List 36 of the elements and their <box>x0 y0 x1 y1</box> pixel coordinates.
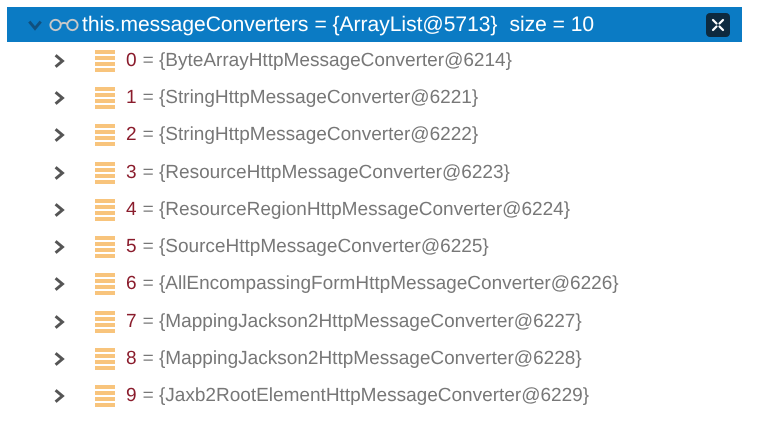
element-value: = {AllEncompassingFormHttpMessageConverter@6226} <box>142 273 619 296</box>
element-value: = {StringHttpMessageConverter@6221} <box>142 86 478 109</box>
element-index: 3 <box>126 162 137 184</box>
element-index: 2 <box>126 124 137 146</box>
element-index: 9 <box>126 385 137 408</box>
glasses-icon <box>49 18 79 32</box>
element-index: 8 <box>126 348 137 370</box>
list-icon <box>95 236 115 258</box>
element-index: 0 <box>126 50 137 72</box>
element-index: 6 <box>126 273 137 296</box>
variable-name: this.messageConverters <box>82 12 308 36</box>
list-icon <box>95 273 115 296</box>
list-icon <box>95 198 115 221</box>
element-index: 4 <box>126 198 137 221</box>
element-value: = {Jaxb2RootElementHttpMessageConverter@6229} <box>142 385 590 408</box>
element-value: = {StringHttpMessageConverter@6222} <box>142 124 478 146</box>
list-icon <box>95 348 115 370</box>
element-value: = {ResourceRegionHttpMessageConverter@6224} <box>142 198 570 221</box>
size-label: size = 10 <box>509 12 594 36</box>
collapse-icon[interactable] <box>706 12 730 36</box>
element-index: 7 <box>126 310 137 333</box>
variable-row[interactable]: this.messageConverters = {ArrayList@5713} size = 10 <box>7 7 742 42</box>
element-value: = {ResourceHttpMessageConverter@6223} <box>142 162 510 184</box>
list-icon <box>95 86 115 109</box>
list-icon <box>95 385 115 408</box>
element-value: = {MappingJackson2HttpMessageConverter@6227} <box>142 310 582 333</box>
list-icon <box>95 162 115 184</box>
list-icon <box>95 50 115 72</box>
element-value: = {SourceHttpMessageConverter@6225} <box>142 236 489 258</box>
element-value: = {MappingJackson2HttpMessageConverter@6228} <box>142 348 582 370</box>
element-index: 1 <box>126 86 137 109</box>
variable-value: = {ArrayList@5713} <box>314 12 498 36</box>
element-value: = {ByteArrayHttpMessageConverter@6214} <box>142 50 512 72</box>
list-icon <box>95 124 115 146</box>
element-index: 5 <box>126 236 137 258</box>
list-icon <box>95 310 115 333</box>
